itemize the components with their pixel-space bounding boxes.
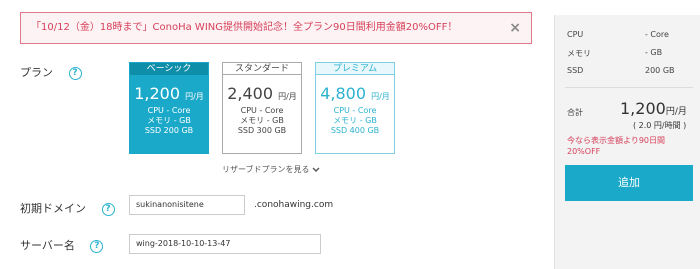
plan-memory: メモリ - GB [240, 116, 284, 125]
plan-memory: メモリ - GB [333, 116, 377, 125]
domain-label: 初期ドメイン [20, 202, 86, 215]
total-price: 1,200円/月 [620, 99, 687, 118]
summary-ssd: SSD 200 GB [567, 66, 675, 75]
plan-card-standard[interactable]: スタンダード 2,400 円/月 CPU - Core メモリ - GB SSD… [222, 62, 302, 154]
plan-cpu: CPU - Core [333, 106, 377, 115]
plan-title: ベーシック [130, 63, 208, 75]
plan-price: 1,200 円/月 [134, 84, 204, 103]
plan-title: プレミアム [316, 63, 394, 75]
reserved-plan-link[interactable]: リザーブドプランを見る [222, 164, 320, 175]
domain-suffix: .conohawing.com [254, 200, 334, 210]
plan-card-premium[interactable]: プレミアム 4,800 円/月 CPU - Core メモリ - GB SSD … [315, 62, 395, 154]
server-name-label-row: サーバー名 ? [20, 237, 104, 253]
total-hourly: ( 2.0 円/時間 ) [633, 121, 687, 130]
promo-banner: 「10/12（金）18時まで」ConoHa WING提供開始記念！全プラン90日… [20, 12, 532, 44]
help-icon[interactable]: ? [90, 239, 104, 253]
plan-ssd: SSD 300 GB [237, 126, 287, 135]
help-icon[interactable]: ? [101, 202, 115, 216]
chevron-down-icon [312, 167, 320, 172]
total-label: 合計 [567, 108, 583, 117]
plan-ssd: SSD 400 GB [330, 126, 380, 135]
plan-price: 2,400 円/月 [227, 84, 297, 103]
summary-panel: CPU - Core メモリ - GB SSD 200 GB 合計 1,200円/月 … [554, 15, 700, 269]
server-name-label: サーバー名 [20, 239, 75, 252]
summary-memory: メモリ - GB [567, 48, 663, 58]
plan-ssd: SSD 200 GB [144, 126, 194, 135]
domain-label-row: 初期ドメイン ? [20, 200, 115, 216]
help-icon[interactable]: ? [68, 66, 82, 80]
discount-note: 今なら表示金額より90日間20%OFF [567, 136, 666, 156]
summary-cpu: CPU - Core [567, 30, 669, 39]
plan-title: スタンダード [223, 63, 301, 75]
plan-label-row: プラン ? [20, 64, 82, 80]
promo-text: 「10/12（金）18時まで」ConoHa WING提供開始記念！全プラン90日… [31, 22, 458, 33]
plan-price: 4,800 円/月 [320, 84, 390, 103]
plan-cpu: CPU - Core [240, 106, 284, 115]
add-button[interactable]: 追加 [565, 165, 693, 201]
plan-cpu: CPU - Core [147, 106, 191, 115]
divider [565, 87, 693, 88]
close-icon[interactable]: × [509, 13, 521, 43]
plan-card-basic[interactable]: ベーシック 1,200 円/月 CPU - Core メモリ - GB SSD … [129, 62, 209, 154]
domain-input[interactable]: sukinanonisitene [129, 195, 245, 215]
plan-label: プラン [20, 66, 53, 79]
plan-memory: メモリ - GB [147, 116, 191, 125]
server-name-input[interactable]: wing-2018-10-10-13-47 [129, 234, 321, 254]
